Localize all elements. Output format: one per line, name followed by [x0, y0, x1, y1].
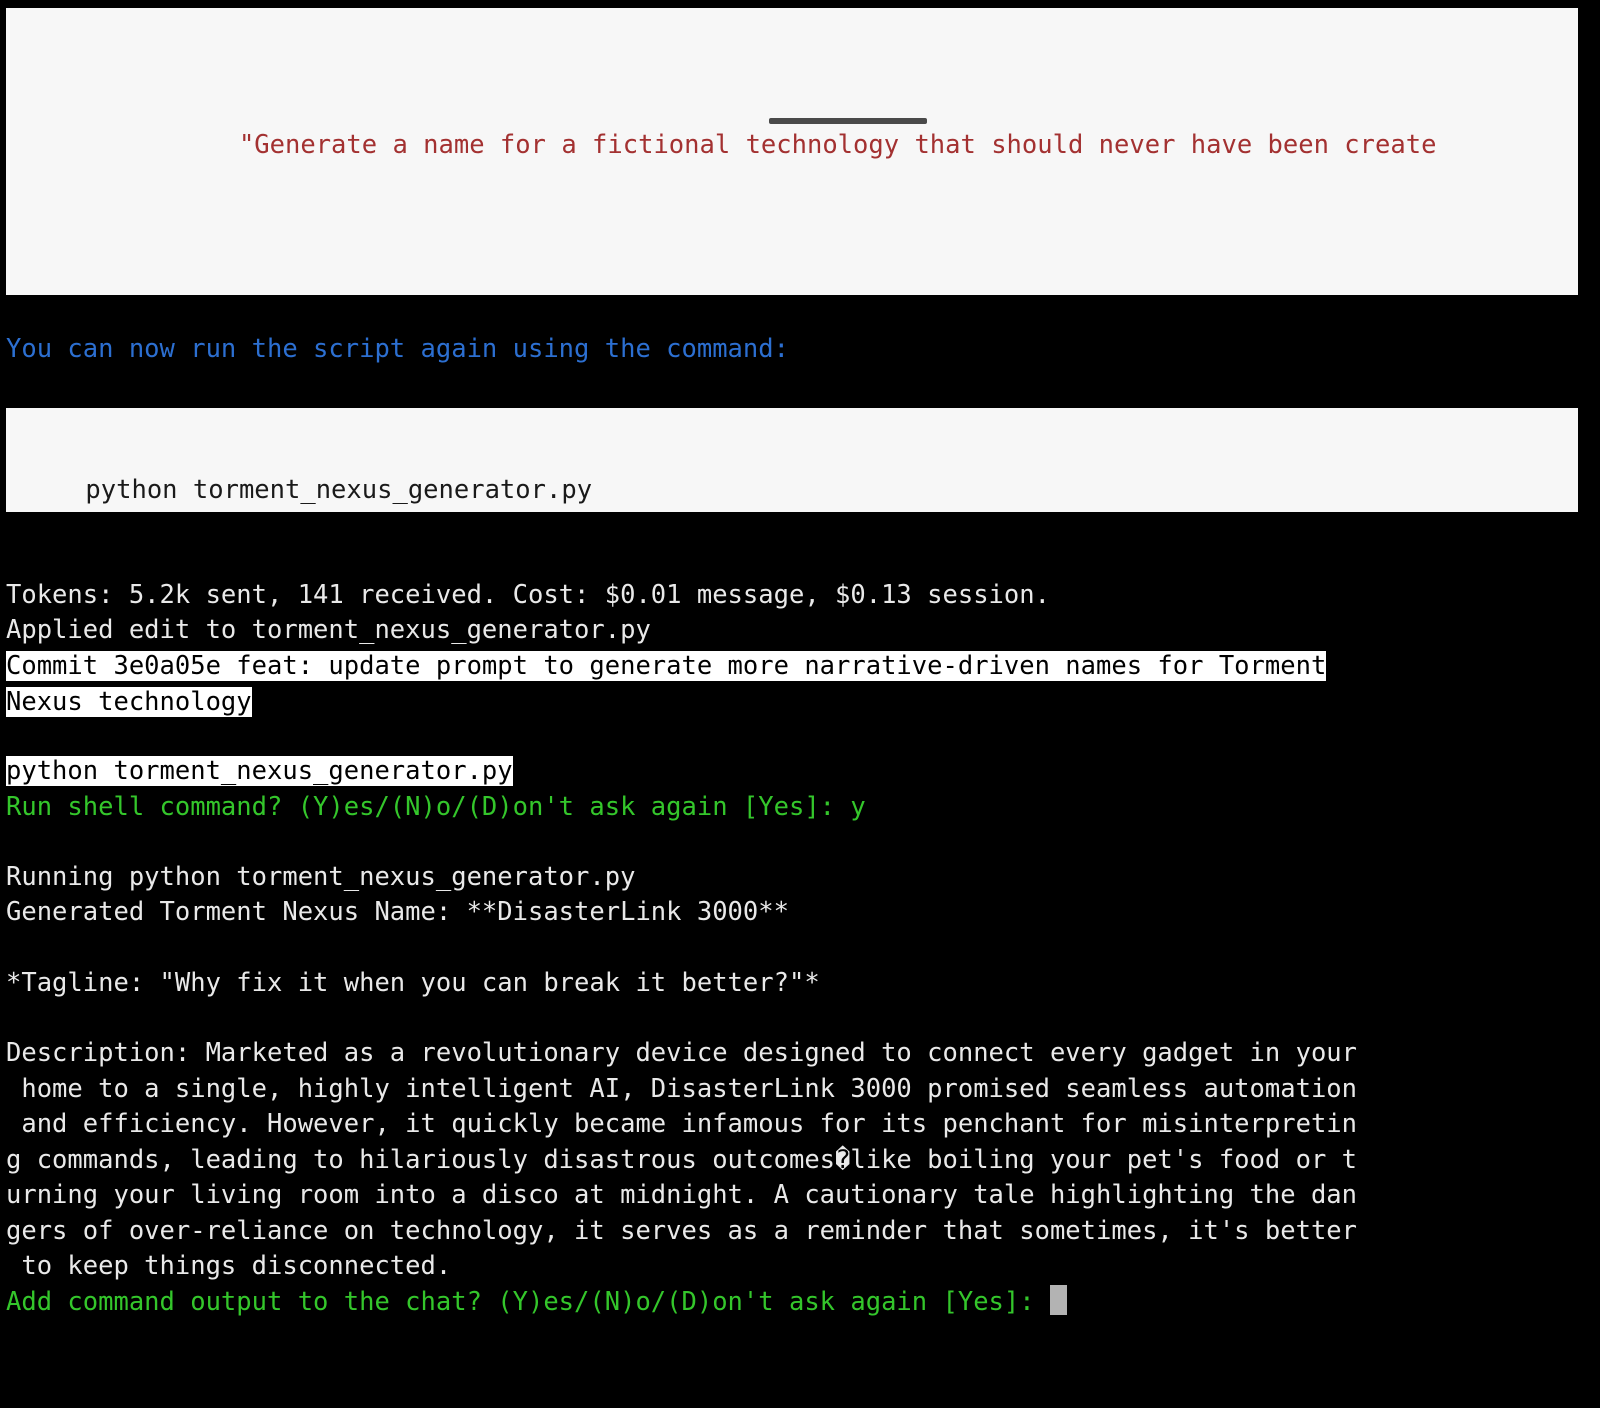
tokens-usage-line: Tokens: 5.2k sent, 141 received. Cost: $…	[6, 580, 1050, 610]
add-output-prompt[interactable]: Add command output to the chat? (Y)es/(N…	[6, 1285, 1067, 1320]
applied-edit-line: Applied edit to torment_nexus_generator.…	[6, 615, 651, 645]
description-line-4: urning your living room into a disco at …	[6, 1180, 1358, 1210]
add-output-prompt-text: Add command output to the chat? (Y)es/(N…	[6, 1287, 1050, 1317]
commit-message-line-1[interactable]: Commit 3e0a05e feat: update prompt to ge…	[6, 649, 1327, 684]
terminal-screen[interactable]: "Generate a name for a fictional technol…	[0, 0, 1600, 1397]
description-line-2: and efficiency. However, it quickly beca…	[6, 1109, 1358, 1139]
diff-line-wrapper: "Generate a name for a fictional technol…	[24, 92, 1578, 233]
description-line-5: gers of over-reliance on technology, it …	[6, 1216, 1358, 1246]
command-panel[interactable]: python torment_nexus_generator.py	[6, 408, 1578, 512]
echoed-shell-command[interactable]: python torment_nexus_generator.py	[6, 754, 513, 789]
text-cursor	[1049, 1285, 1067, 1315]
generated-name-line: Generated Torment Nexus Name: **Disaster…	[6, 897, 789, 927]
commit-message-line-1-text: Commit 3e0a05e feat: update prompt to ge…	[6, 651, 1327, 681]
description-line-3: g commands, leading to hilariously disas…	[6, 1145, 1358, 1175]
commit-message-line-2[interactable]: Nexus technology	[6, 685, 252, 720]
description-line-6: to keep things disconnected.	[6, 1251, 452, 1281]
diff-panel: "Generate a name for a fictional technol…	[6, 8, 1578, 295]
commit-message-line-2-text: Nexus technology	[6, 687, 252, 717]
strikethrough-artifact-icon	[769, 118, 927, 125]
running-line: Running python torment_nexus_generator.p…	[6, 862, 636, 892]
description-line-0: Description: Marketed as a revolutionary…	[6, 1038, 1358, 1068]
description-line-1: home to a single, highly intelligent AI,…	[6, 1074, 1358, 1104]
run-shell-prompt[interactable]: Run shell command? (Y)es/(N)o/(D)on't as…	[6, 790, 866, 825]
echoed-shell-command-text: python torment_nexus_generator.py	[6, 756, 513, 786]
command-panel-text: python torment_nexus_generator.py	[85, 475, 593, 506]
diff-line-0: "Generate a name for a fictional technol…	[116, 129, 1437, 160]
assistant-message: You can now run the script again using t…	[6, 334, 789, 364]
tagline-line: *Tagline: "Why fix it when you can break…	[6, 968, 820, 998]
